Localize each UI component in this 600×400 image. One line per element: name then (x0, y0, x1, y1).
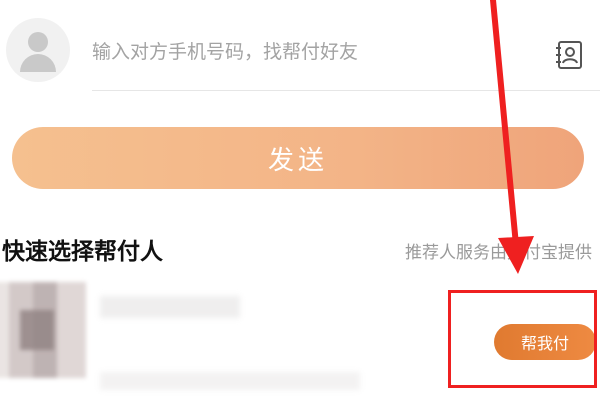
send-button[interactable]: 发送 (12, 127, 584, 189)
contact-list-item[interactable]: 帮我付 (0, 276, 600, 400)
phone-number-input[interactable] (92, 34, 512, 70)
help-pay-screen: 发送 快速选择帮付人 推荐人服务由支付宝提供 帮我付 (0, 0, 600, 400)
contact-avatar-blurred (0, 282, 86, 378)
recommend-provider-note: 推荐人服务由支付宝提供 (405, 243, 592, 263)
contact-book-icon[interactable] (553, 38, 587, 72)
contact-name-blurred (100, 296, 240, 318)
help-me-pay-button[interactable]: 帮我付 (494, 324, 596, 360)
avatar-body (20, 54, 56, 72)
quick-select-title: 快速选择帮付人 (2, 239, 163, 265)
contact-info-blurred (100, 372, 360, 390)
input-underline (92, 90, 600, 91)
contact-input-row (0, 0, 600, 112)
avatar-head (28, 32, 48, 52)
user-avatar-icon (6, 18, 70, 82)
